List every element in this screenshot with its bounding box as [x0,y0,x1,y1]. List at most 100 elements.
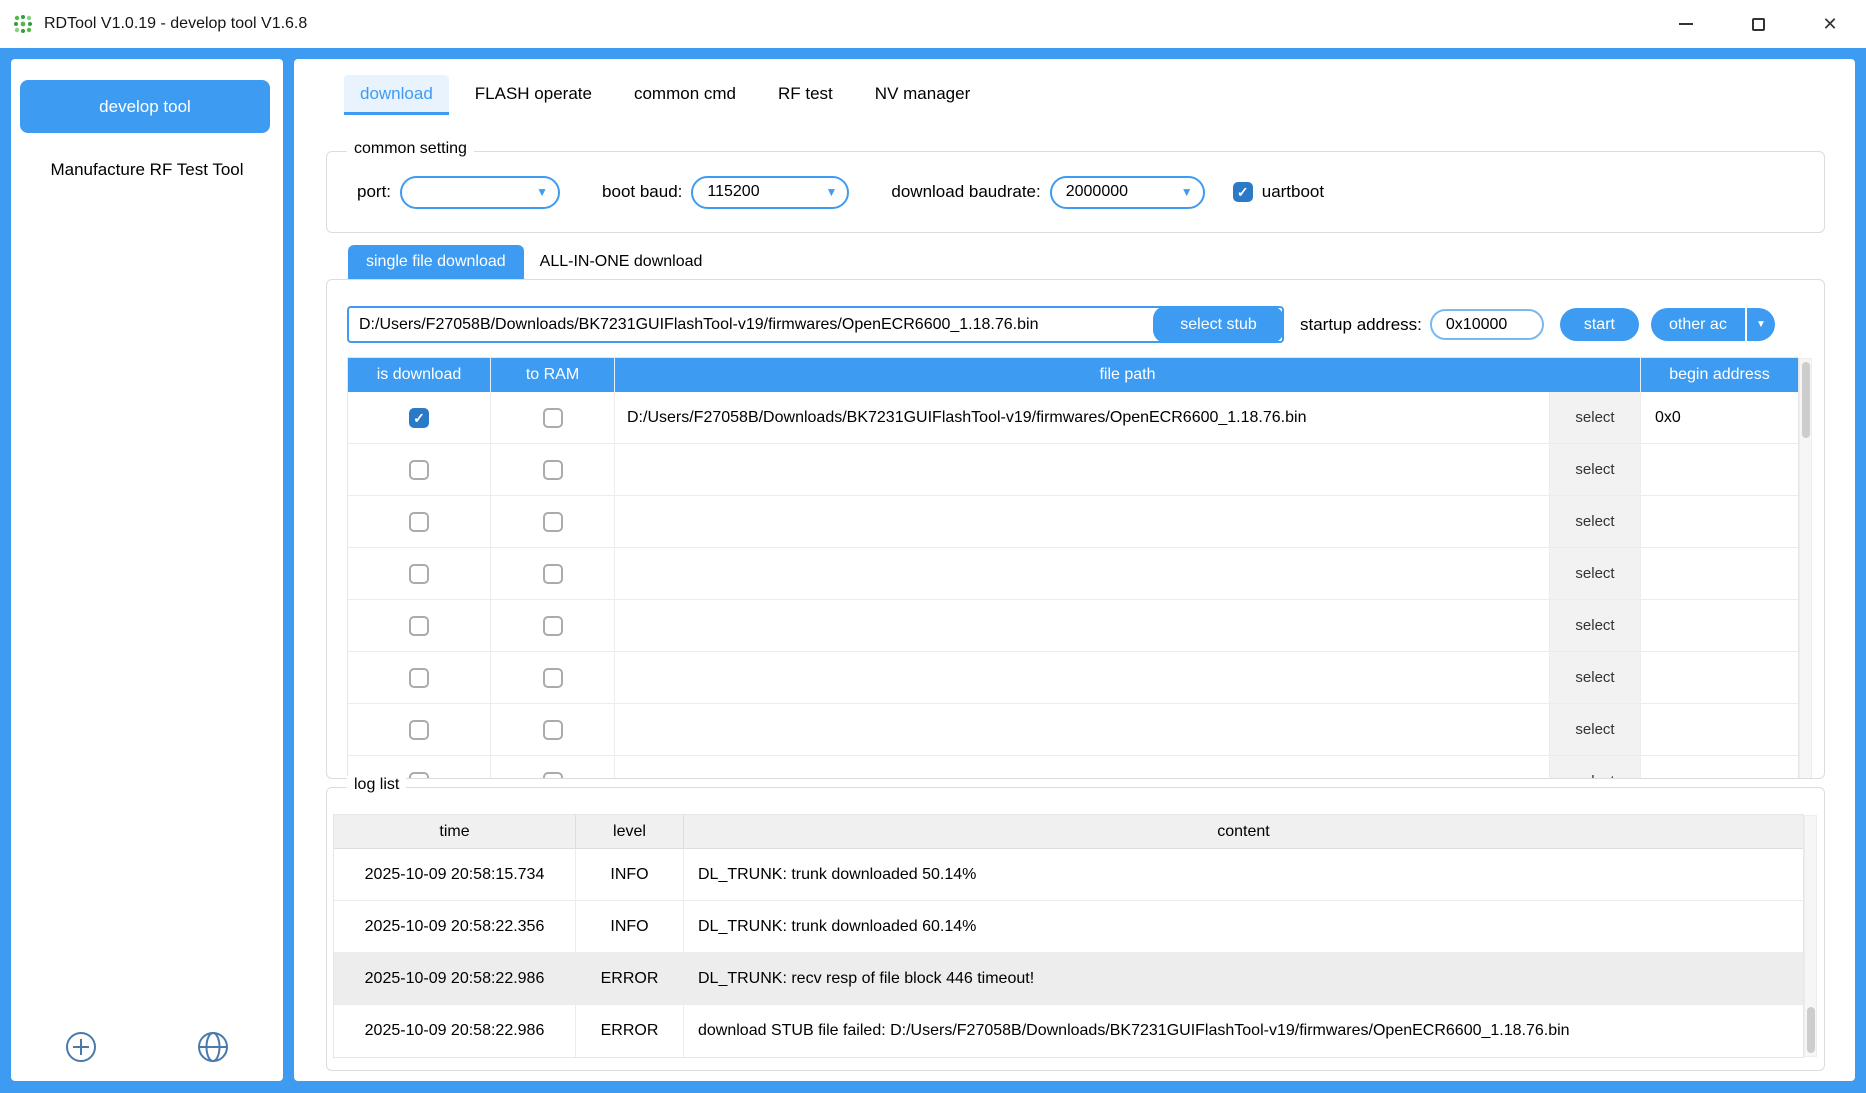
scrollbar-thumb[interactable] [1807,1007,1815,1053]
select-file-button[interactable]: select [1550,600,1641,651]
begin-address-cell[interactable]: 0x0 [1641,392,1798,443]
begin-address-cell[interactable] [1641,652,1798,703]
log-level: ERROR [576,953,684,1004]
sidebar-item-manufacture-rf-test-tool[interactable]: Manufacture RF Test Tool [11,160,283,180]
log-table-body: 2025-10-09 20:58:15.734 INFO DL_TRUNK: t… [334,849,1803,1057]
to-ram-checkbox[interactable] [542,407,563,428]
begin-address-cell[interactable] [1641,496,1798,547]
to-ram-checkbox[interactable] [542,459,563,480]
table-row: select [348,444,1798,496]
begin-address-cell[interactable] [1641,548,1798,599]
table-row: select [348,548,1798,600]
header-level: level [576,815,684,848]
minimize-button[interactable] [1650,0,1722,48]
maximize-button[interactable] [1722,0,1794,48]
log-row[interactable]: 2025-10-09 20:58:15.734 INFO DL_TRUNK: t… [334,849,1803,901]
is-download-checkbox[interactable] [409,667,429,688]
log-level: INFO [576,901,684,952]
sidebar-item-develop-tool[interactable]: develop tool [20,80,270,133]
port-select[interactable]: ▼ [400,175,561,209]
select-file-button[interactable]: select [1550,652,1641,703]
close-button[interactable]: ✕ [1794,0,1866,48]
single-file-download-panel: D:/Users/F27058B/Downloads/BK7231GUIFlas… [326,279,1825,779]
begin-address-cell[interactable] [1641,756,1798,778]
file-path-cell: D:/Users/F27058B/Downloads/BK7231GUIFlas… [615,392,1550,443]
select-file-button[interactable]: select [1550,548,1641,599]
is-download-checkbox[interactable] [409,719,429,740]
begin-address-cell[interactable] [1641,444,1798,495]
to-ram-checkbox[interactable] [542,615,563,636]
header-time: time [334,815,576,848]
table-row: select [348,496,1798,548]
select-file-button[interactable]: select [1550,756,1641,778]
file-path-cell [615,444,1550,495]
firmware-path-input[interactable]: D:/Users/F27058B/Downloads/BK7231GUIFlas… [347,306,1284,343]
file-path-cell [615,496,1550,547]
window-title: RDTool V1.0.19 - develop tool V1.6.8 [44,15,308,32]
log-table-header: time level content [334,815,1803,849]
log-row[interactable]: 2025-10-09 20:58:22.356 INFO DL_TRUNK: t… [334,901,1803,953]
log-list-label: log list [347,776,407,794]
main-panel: download FLASH operate common cmd RF tes… [294,59,1855,1081]
log-time: 2025-10-09 20:58:22.986 [334,953,576,1004]
begin-address-cell[interactable] [1641,600,1798,651]
uartboot-label: uartboot [1261,182,1325,201]
is-download-checkbox[interactable] [409,615,429,636]
log-content: DL_TRUNK: trunk downloaded 60.14% [698,917,977,935]
language-globe-icon[interactable] [195,1029,231,1065]
file-table: is download to RAM file path begin addre… [347,357,1812,778]
uartboot-checkbox[interactable] [1232,182,1253,202]
other-actions-split-button: other ac ▼ [1650,308,1775,341]
common-setting-group: common setting port: ▼ boot baud: 115200… [326,140,1825,233]
begin-address-cell[interactable] [1641,704,1798,755]
download-baudrate-select[interactable]: 2000000 ▼ [1049,175,1205,209]
select-file-button[interactable]: select [1550,704,1641,755]
log-row[interactable]: 2025-10-09 20:58:22.986 ERROR download S… [334,1005,1803,1057]
maximize-icon [1751,17,1765,31]
tab-all-in-one-download[interactable]: ALL-IN-ONE download [524,245,702,279]
tab-single-file-download[interactable]: single file download [348,245,524,279]
tab-rf-test[interactable]: RF test [762,75,849,115]
log-level: ERROR [576,1005,684,1057]
select-file-button[interactable]: select [1550,444,1641,495]
port-label: port: [357,182,392,201]
scrollbar-thumb[interactable] [1802,362,1810,438]
minimize-icon [1679,23,1693,25]
boot-baud-select[interactable]: 115200 ▼ [691,175,850,209]
log-row[interactable]: 2025-10-09 20:58:22.986 ERROR DL_TRUNK: … [334,953,1803,1005]
select-file-button[interactable]: select [1550,392,1641,443]
is-download-checkbox[interactable] [409,459,429,480]
chevron-down-icon: ▼ [1180,185,1193,199]
to-ram-checkbox[interactable] [542,667,563,688]
table-row: select [348,600,1798,652]
is-download-checkbox[interactable] [409,771,429,778]
log-content: DL_TRUNK: trunk downloaded 50.14% [698,865,977,883]
log-scrollbar[interactable] [1804,815,1817,1057]
file-path-cell [615,548,1550,599]
start-button[interactable]: start [1559,308,1639,341]
table-row: select [348,756,1798,778]
app-frame: develop tool Manufacture RF Test Tool do… [0,48,1866,1093]
tab-download[interactable]: download [344,75,449,115]
startup-address-input[interactable]: 0x10000 [1429,309,1544,340]
other-actions-button[interactable]: other ac [1650,308,1745,341]
to-ram-checkbox[interactable] [542,719,563,740]
is-download-checkbox[interactable] [409,511,429,532]
log-content: DL_TRUNK: recv resp of file block 446 ti… [698,969,1035,987]
file-path-cell [615,652,1550,703]
to-ram-checkbox[interactable] [542,563,563,584]
file-table-scrollbar[interactable] [1799,358,1812,778]
is-download-checkbox[interactable] [409,563,429,584]
select-file-button[interactable]: select [1550,496,1641,547]
tab-nv-manager[interactable]: NV manager [859,75,986,115]
other-actions-dropdown-button[interactable]: ▼ [1746,308,1775,341]
select-stub-button[interactable]: select stub [1153,306,1284,343]
is-download-checkbox[interactable] [409,407,429,428]
add-icon[interactable] [63,1029,99,1065]
tab-flash-operate[interactable]: FLASH operate [459,75,608,115]
to-ram-checkbox[interactable] [542,771,563,778]
tab-common-cmd[interactable]: common cmd [618,75,752,115]
log-level: INFO [576,849,684,900]
to-ram-checkbox[interactable] [542,511,563,532]
header-to-ram: to RAM [491,358,615,392]
